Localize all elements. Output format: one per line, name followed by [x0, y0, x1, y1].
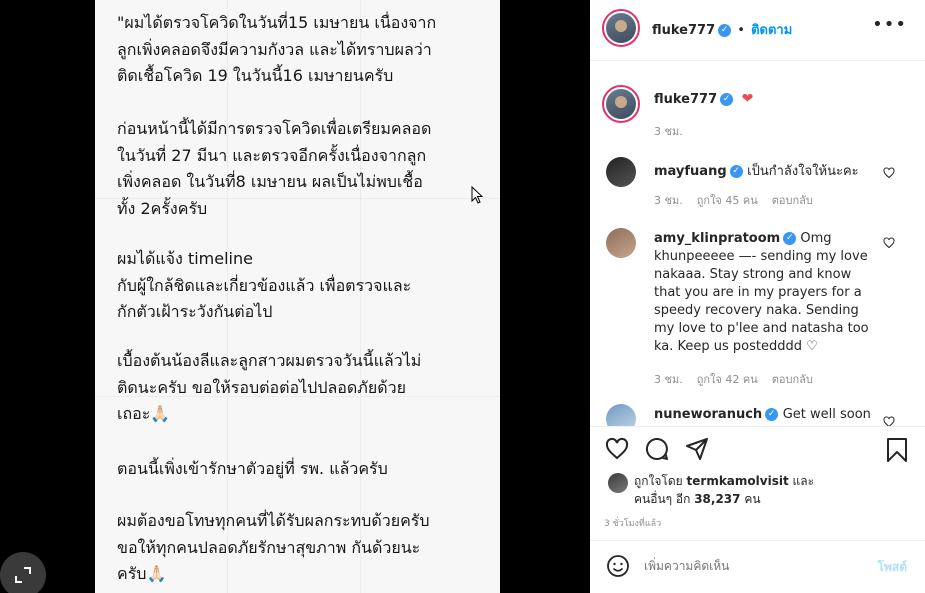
comment-username[interactable]: nuneworanuch: [654, 407, 762, 422]
likes-summary: ถูกใจโดย termkamolvisit และ คนอื่นๆ อีก …: [634, 472, 894, 508]
comments-divider: [590, 426, 925, 427]
post-paragraph: เบื้องต้นน้องลีและลูกสาวผมตรวจวันนี้แล้ว…: [117, 351, 422, 423]
comment-text-line: speedy recovery naka. Sending: [654, 303, 859, 318]
post-comment-button[interactable]: โพสต์: [878, 558, 907, 577]
comment-like-icon[interactable]: [883, 416, 895, 426]
bookmark-icon[interactable]: [886, 437, 908, 463]
comment-username[interactable]: amy_klinpratoom: [654, 231, 780, 246]
likes-and: และ: [792, 474, 815, 488]
comment-likes[interactable]: ถูกใจ 45 คน: [697, 194, 758, 207]
comment-time: 3 ชม.: [654, 373, 683, 386]
smiley-icon[interactable]: [606, 554, 630, 578]
comment-text-line: nakaaa. Stay strong and know: [654, 267, 852, 282]
comment-icon[interactable]: [645, 437, 669, 461]
comment-text: เป็นกำลังใจให้นะคะ: [747, 164, 859, 179]
post-side-panel: fluke777 ✓ • ติดตาม ••• fluke777 ✓ ❤ 3 ชม.…: [590, 0, 925, 593]
comment-avatar[interactable]: [606, 157, 636, 187]
comment-avatar[interactable]: [606, 404, 636, 426]
comment-like-icon[interactable]: [883, 237, 895, 249]
liker-username[interactable]: termkamolvisit: [687, 474, 789, 488]
comment-likes[interactable]: ถูกใจ 42 คน: [697, 373, 758, 386]
reply-button[interactable]: ตอบกลับ: [772, 373, 813, 386]
verified-badge-icon: ✓: [718, 24, 732, 37]
author-username[interactable]: fluke777: [652, 23, 715, 38]
post-author: fluke777 ✓ • ติดตาม: [652, 19, 792, 40]
follow-button[interactable]: ติดตาม: [751, 23, 792, 38]
post-image: "ผมได้ตรวจโควิดในวันที่15 เมษายน เนื่องจ…: [95, 0, 500, 593]
send-icon[interactable]: [685, 437, 709, 461]
likes-suffix: คน: [744, 492, 761, 506]
post-paragraph: ตอนนี้เพิ่งเข้ารักษาตัวอยู่ที่ รพ. แล้วค…: [117, 459, 388, 478]
separator-dot: •: [737, 23, 745, 38]
likes-prefix: ถูกใจโดย: [634, 474, 683, 488]
comment-text-line: Omg: [800, 231, 832, 246]
post-paragraph: ผมได้แจ้ง timeline กับผู้ใกล้ชิดและเกี่ย…: [117, 249, 412, 321]
add-comment-bar: โพสต์: [590, 541, 925, 593]
comment-username[interactable]: mayfuang: [654, 164, 727, 179]
verified-badge-icon: ✓: [720, 93, 734, 106]
post-paragraph: ก่อนหน้านี้ได้มีการตรวจโควิดเพื่อเตรียมค…: [117, 119, 432, 218]
liker-avatar[interactable]: [608, 473, 628, 493]
header-divider: [590, 60, 925, 61]
verified-badge-icon: ✓: [729, 165, 743, 178]
comment: amy_klinpratoom ✓ Omg khunpeeeee —- sendi…: [654, 230, 894, 356]
comment-text-line: khunpeeeee —- sending my love: [654, 249, 868, 264]
post-paragraph: ผมต้องขอโทษทุกคนที่ได้รับผลกระทบด้วยครับ…: [117, 511, 430, 583]
comment-text: Get well soon: [782, 407, 871, 422]
verified-badge-icon: ✓: [765, 408, 779, 421]
caption-author: fluke777 ✓ ❤: [654, 91, 753, 107]
post-header: fluke777 ✓ • ติดตาม •••: [590, 0, 925, 52]
comment: nuneworanuch ✓ Get well soon: [654, 407, 871, 422]
fullscreen-button[interactable]: [0, 552, 46, 593]
caption-time: 3 ชม.: [654, 125, 683, 138]
comment-text-line: that you are in my prayers for a: [654, 285, 862, 300]
comment-meta: 3 ชม. ถูกใจ 42 คน ตอบกลับ: [654, 370, 827, 388]
posted-time: 3 ชั่วโมงที่แล้ว: [604, 519, 662, 529]
likes-others[interactable]: คนอื่นๆ อีก: [634, 492, 690, 506]
more-options-icon[interactable]: •••: [872, 14, 907, 35]
likes-count[interactable]: 38,237: [694, 492, 740, 506]
verified-badge-icon: ✓: [783, 232, 797, 245]
comment-text-line: my love to p'lee and natasha too: [654, 321, 869, 336]
comment-text-line: ka. Keep us postedddd ♡: [654, 339, 818, 354]
heart-outline-icon[interactable]: [604, 437, 630, 461]
comment-avatar[interactable]: [606, 228, 636, 258]
caption-username[interactable]: fluke777: [654, 92, 717, 107]
caption-avatar[interactable]: [602, 85, 640, 123]
post-paragraph: "ผมได้ตรวจโควิดในวันที่15 เมษายน เนื่องจ…: [117, 13, 437, 85]
reply-button[interactable]: ตอบกลับ: [772, 194, 813, 207]
comment-meta: 3 ชม. ถูกใจ 45 คน ตอบกลับ: [654, 191, 827, 209]
comment: mayfuang ✓ เป็นกำลังใจให้นะคะ: [654, 160, 859, 181]
expand-icon: [15, 567, 31, 583]
comment-input[interactable]: [644, 555, 854, 577]
mouse-cursor-icon: [471, 186, 483, 204]
author-avatar[interactable]: [602, 9, 640, 47]
comment-clip: nuneworanuch ✓ Get well soon: [590, 398, 925, 426]
heart-emoji: ❤: [741, 91, 754, 107]
comment-time: 3 ชม.: [654, 194, 683, 207]
comment-like-icon[interactable]: [883, 167, 895, 179]
